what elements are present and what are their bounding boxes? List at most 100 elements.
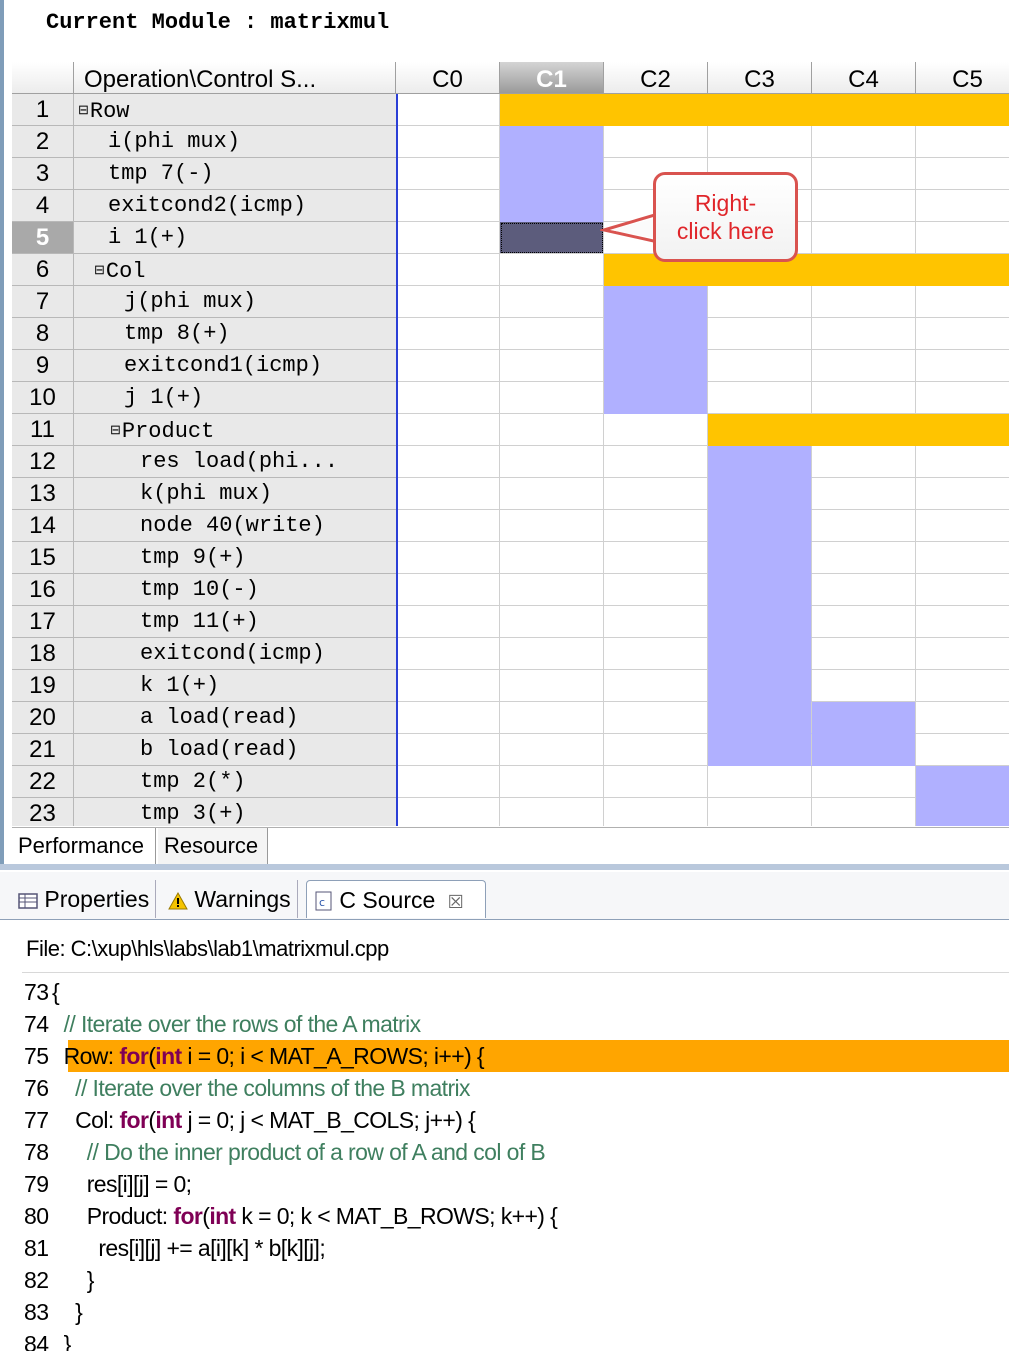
schedule-cell[interactable] [396, 254, 500, 286]
operation-label[interactable]: ⊟Product [74, 414, 396, 446]
schedule-cell[interactable] [812, 670, 916, 702]
schedule-row[interactable]: 12 res load(phi... [12, 446, 1009, 478]
operation-label[interactable]: ⊟Row [74, 94, 396, 126]
schedule-cell[interactable] [708, 350, 812, 382]
schedule-cell[interactable] [396, 414, 500, 446]
column-header-c5[interactable]: C5 [916, 62, 1009, 94]
schedule-cell[interactable] [916, 158, 1009, 190]
schedule-cell[interactable] [916, 190, 1009, 222]
schedule-cell[interactable] [916, 126, 1009, 158]
schedule-cell[interactable] [500, 446, 604, 478]
schedule-cell[interactable] [500, 382, 604, 414]
schedule-cell[interactable] [916, 702, 1009, 734]
schedule-cell[interactable] [812, 798, 916, 826]
schedule-cell[interactable] [812, 190, 916, 222]
operation-span-cell[interactable] [708, 702, 812, 734]
schedule-row[interactable]: 7 j(phi mux) [12, 286, 1009, 318]
schedule-cell[interactable] [812, 510, 916, 542]
close-tab-icon[interactable]: ☒ [448, 892, 464, 912]
schedule-cell[interactable] [916, 670, 1009, 702]
schedule-cell[interactable] [500, 702, 604, 734]
column-header-c0[interactable]: C0 [396, 62, 500, 94]
schedule-cell[interactable] [916, 286, 1009, 318]
schedule-cell[interactable] [500, 254, 604, 286]
schedule-row[interactable]: 11 ⊟Product [12, 414, 1009, 446]
schedule-cell[interactable] [396, 94, 500, 126]
schedule-cell[interactable] [604, 798, 708, 826]
operation-label[interactable]: i(phi mux) [74, 126, 396, 158]
schedule-cell[interactable] [812, 158, 916, 190]
code-line[interactable]: 80 Product: for(int k = 0; k < MAT_B_ROW… [0, 1200, 1009, 1232]
operation-span-cell[interactable] [812, 734, 916, 766]
schedule-cell[interactable] [708, 766, 812, 798]
schedule-row[interactable]: 23 tmp 3(+) [12, 798, 1009, 826]
schedule-cell[interactable] [500, 606, 604, 638]
loop-span-cell[interactable] [916, 254, 1009, 286]
schedule-cell[interactable] [604, 702, 708, 734]
schedule-cell[interactable] [604, 478, 708, 510]
code-line[interactable]: 78 // Do the inner product of a row of A… [0, 1136, 1009, 1168]
schedule-cell[interactable] [500, 670, 604, 702]
operation-span-cell[interactable] [708, 734, 812, 766]
schedule-cell[interactable] [500, 734, 604, 766]
schedule-row[interactable]: 3 tmp 7(-) [12, 158, 1009, 190]
schedule-cell[interactable] [396, 222, 500, 254]
schedule-cell[interactable] [396, 382, 500, 414]
loop-span-cell[interactable] [604, 94, 708, 126]
operation-span-cell[interactable] [604, 286, 708, 318]
loop-span-cell[interactable] [916, 414, 1009, 446]
schedule-row[interactable]: 19 k 1(+) [12, 670, 1009, 702]
schedule-cell[interactable] [396, 766, 500, 798]
schedule-cell[interactable] [396, 574, 500, 606]
operation-span-cell[interactable] [708, 510, 812, 542]
schedule-cell[interactable] [500, 510, 604, 542]
code-line[interactable]: 76 // Iterate over the columns of the B … [0, 1072, 1009, 1104]
operation-label[interactable]: tmp 9(+) [74, 542, 396, 574]
collapse-toggle-icon[interactable]: ⊟ [110, 422, 121, 437]
schedule-cell[interactable] [916, 350, 1009, 382]
operation-label[interactable]: tmp 10(-) [74, 574, 396, 606]
schedule-cell[interactable] [396, 510, 500, 542]
schedule-row[interactable]: 1 ⊟Row [12, 94, 1009, 126]
code-line[interactable]: 84 } [0, 1328, 1009, 1351]
operation-span-cell[interactable] [916, 766, 1009, 798]
schedule-cell[interactable] [396, 126, 500, 158]
schedule-cell[interactable] [604, 414, 708, 446]
schedule-cell[interactable] [916, 542, 1009, 574]
loop-span-cell[interactable] [708, 414, 812, 446]
panel-splitter[interactable] [0, 864, 1009, 870]
operation-label[interactable]: a load(read) [74, 702, 396, 734]
schedule-cell[interactable] [916, 446, 1009, 478]
schedule-cell[interactable] [500, 798, 604, 826]
loop-span-cell[interactable] [916, 94, 1009, 126]
operation-label[interactable]: exitcond1(icmp) [74, 350, 396, 382]
operation-label[interactable]: tmp 11(+) [74, 606, 396, 638]
operation-span-cell[interactable] [500, 126, 604, 158]
schedule-cell[interactable] [604, 126, 708, 158]
schedule-cell[interactable] [812, 126, 916, 158]
schedule-cell[interactable] [396, 478, 500, 510]
operation-label[interactable]: node 40(write) [74, 510, 396, 542]
schedule-cell[interactable] [500, 478, 604, 510]
schedule-cell[interactable] [604, 670, 708, 702]
schedule-row[interactable]: 10 j 1(+) [12, 382, 1009, 414]
code-line[interactable]: 83 } [0, 1296, 1009, 1328]
schedule-cell[interactable] [396, 286, 500, 318]
schedule-cell[interactable] [916, 734, 1009, 766]
schedule-cell[interactable] [396, 606, 500, 638]
schedule-cell[interactable] [396, 670, 500, 702]
operation-span-cell[interactable] [708, 574, 812, 606]
column-header-c3[interactable]: C3 [708, 62, 812, 94]
schedule-cell[interactable] [604, 638, 708, 670]
code-line[interactable]: 82 } [0, 1264, 1009, 1296]
operation-label[interactable]: tmp 8(+) [74, 318, 396, 350]
schedule-cell[interactable] [812, 318, 916, 350]
schedule-cell[interactable] [604, 606, 708, 638]
schedule-row[interactable]: 9 exitcond1(icmp) [12, 350, 1009, 382]
operation-label[interactable]: tmp 7(-) [74, 158, 396, 190]
schedule-cell[interactable] [708, 318, 812, 350]
schedule-cell[interactable] [916, 382, 1009, 414]
schedule-cell[interactable] [604, 574, 708, 606]
code-line[interactable]: 79 res[i][j] = 0; [0, 1168, 1009, 1200]
operation-label[interactable]: tmp 3(+) [74, 798, 396, 826]
